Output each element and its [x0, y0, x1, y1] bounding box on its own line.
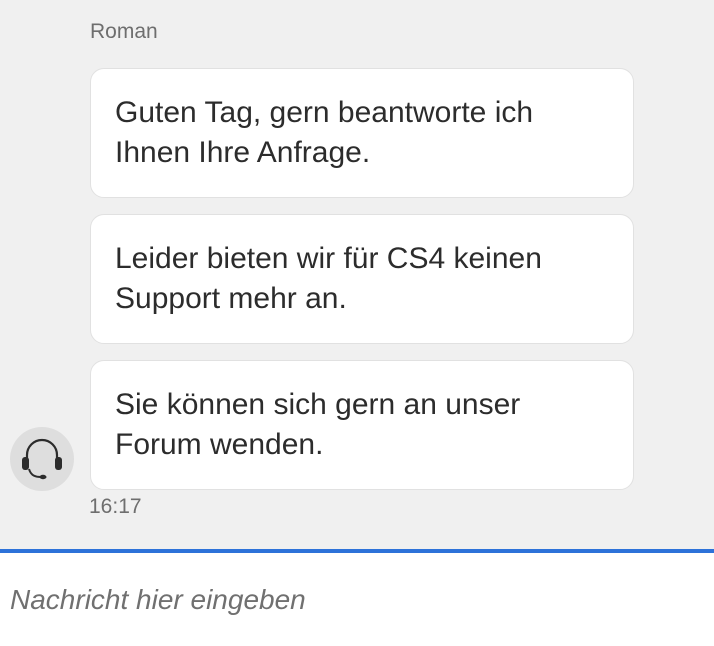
message-input[interactable] [0, 553, 714, 646]
chat-transcript: Roman Guten Tag, gern beantworte ich Ihn… [0, 0, 714, 549]
message-bubble: Guten Tag, gern beantworte ich Ihnen Ihr… [90, 68, 634, 198]
message-bubble: Sie können sich gern an unser Forum wend… [90, 360, 634, 490]
message-bubble: Leider bieten wir für CS4 keinen Support… [90, 214, 634, 344]
message-timestamp: 16:17 [89, 495, 142, 518]
sender-name: Roman [90, 20, 158, 43]
agent-avatar [10, 427, 74, 491]
headset-icon [14, 429, 70, 490]
